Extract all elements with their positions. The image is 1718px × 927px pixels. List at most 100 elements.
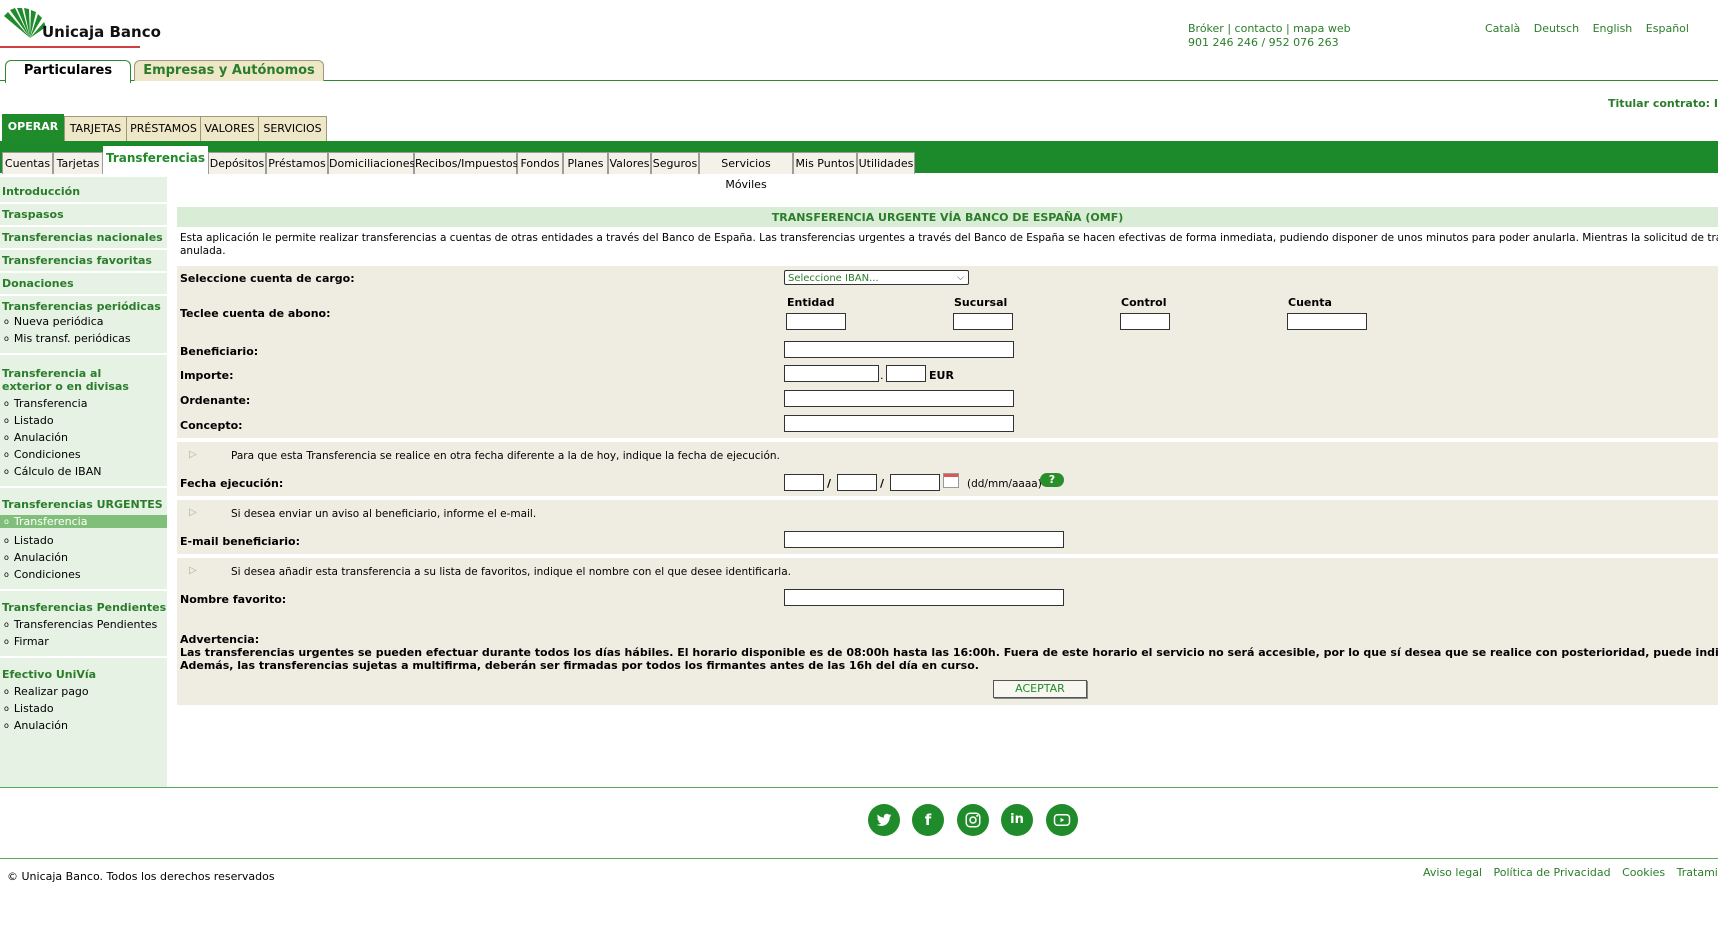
tab-servicios-moviles[interactable]: Servicios Móviles	[699, 152, 793, 191]
ordenante-input[interactable]	[784, 390, 1014, 407]
triangle-right-icon: ▷	[189, 507, 197, 518]
tab-prestamos[interactable]: Préstamos	[266, 152, 328, 174]
tab-operar[interactable]: OPERAR	[2, 114, 64, 142]
tab-particulares[interactable]: Particulares	[5, 60, 131, 83]
sidebar-item-urg-condiciones[interactable]: Condiciones	[0, 568, 167, 581]
help-icon[interactable]: ?	[1040, 473, 1064, 487]
date-separator: /	[827, 477, 832, 490]
fecha-dia-input[interactable]	[784, 474, 824, 491]
lang-deutsch[interactable]: Deutsch	[1534, 22, 1579, 35]
mapa-web-link[interactable]: mapa web	[1293, 22, 1350, 35]
control-label: Control	[1121, 296, 1167, 309]
concepto-input[interactable]	[784, 415, 1014, 432]
sidebar-item-favoritas[interactable]: Transferencias favoritas	[0, 254, 167, 267]
sidebar-section-exterior[interactable]: Transferencia al exterior o en divisas	[0, 367, 152, 393]
beneficiario-input[interactable]	[784, 341, 1014, 358]
main-form-panel: Seleccione cuenta de cargo: Seleccione I…	[177, 266, 1718, 438]
lang-espanol[interactable]: Español	[1646, 22, 1689, 35]
email-label: E-mail beneficiario:	[180, 535, 300, 548]
sucursal-input[interactable]	[953, 313, 1013, 330]
tab-prestamos-main[interactable]: PRÉSTAMOS	[126, 116, 201, 142]
sidebar-item-ext-listado[interactable]: Listado	[0, 414, 167, 427]
linkedin-icon[interactable]: in	[1001, 804, 1033, 836]
sidebar-item-donaciones[interactable]: Donaciones	[0, 277, 167, 290]
sidebar-section-univia[interactable]: Efectivo UniVía	[0, 668, 167, 681]
brand-name: Unicaja Banco	[42, 23, 161, 41]
sidebar-item-firmar[interactable]: Firmar	[0, 635, 167, 648]
entidad-input[interactable]	[786, 313, 846, 330]
sidebar-item-ext-condiciones[interactable]: Condiciones	[0, 448, 167, 461]
control-input[interactable]	[1120, 313, 1170, 330]
sidebar-section-pendientes[interactable]: Transferencias Pendientes	[0, 601, 167, 614]
sidebar-item-pendientes[interactable]: Transferencias Pendientes	[0, 618, 167, 631]
unicaja-logo[interactable]: Unicaja Banco	[0, 8, 161, 48]
tab-valores[interactable]: Valores	[608, 152, 651, 174]
sidebar-item-calculo-iban[interactable]: Cálculo de IBAN	[0, 465, 167, 478]
tab-planes[interactable]: Planes	[563, 152, 608, 174]
cuenta-cargo-label: Seleccione cuenta de cargo:	[180, 272, 355, 285]
cookies-link[interactable]: Cookies	[1622, 866, 1665, 879]
lang-english[interactable]: English	[1593, 22, 1633, 35]
cuenta-cargo-select[interactable]: Seleccione IBAN... ⌵	[784, 270, 969, 285]
sidebar-item-urg-transferencia[interactable]: Transferencia	[0, 515, 167, 528]
tab-seguros[interactable]: Seguros	[651, 152, 699, 174]
sidebar-item-univia-anulacion[interactable]: Anulación	[0, 719, 167, 732]
sidebar-item-univia-listado[interactable]: Listado	[0, 702, 167, 715]
tratamiento-link[interactable]: Tratamiento de	[1677, 866, 1718, 879]
sidebar-item-traspasos[interactable]: Traspasos	[0, 208, 167, 221]
sidebar-section-periodicas[interactable]: Transferencias periódicas	[0, 300, 167, 313]
importe-entero-input[interactable]	[784, 365, 879, 382]
sidebar-item-realizar-pago[interactable]: Realizar pago	[0, 685, 167, 698]
tab-empresas[interactable]: Empresas y Autónomos	[134, 60, 324, 81]
fecha-panel: ▷ Para que esta Transferencia se realice…	[177, 442, 1718, 496]
tab-tarjetas-main[interactable]: TARJETAS	[64, 116, 127, 142]
intro-line-1: Esta aplicación le permite realizar tran…	[180, 232, 1718, 244]
fecha-hint: Para que esta Transferencia se realice e…	[231, 450, 780, 462]
twitter-icon[interactable]	[868, 804, 900, 836]
tab-fondos[interactable]: Fondos	[517, 152, 563, 174]
sidebar: Introducción Traspasos Transferencias na…	[0, 177, 167, 787]
tab-cuentas[interactable]: Cuentas	[2, 152, 53, 174]
sidebar-item-nueva-periodica[interactable]: Nueva periódica	[0, 315, 167, 328]
sidebar-item-nacionales[interactable]: Transferencias nacionales	[0, 231, 167, 244]
page-title: TRANSFERENCIA URGENTE VÍA BANCO DE ESPAÑ…	[177, 207, 1718, 227]
youtube-icon[interactable]	[1046, 804, 1078, 836]
sidebar-item-introduccion[interactable]: Introducción	[0, 185, 167, 198]
sidebar-item-ext-transferencia[interactable]: Transferencia	[0, 397, 167, 410]
facebook-icon[interactable]: f	[912, 804, 944, 836]
tab-servicios-main[interactable]: SERVICIOS	[258, 116, 327, 142]
footer-divider-2	[0, 858, 1718, 859]
tab-tarjetas[interactable]: Tarjetas	[53, 152, 103, 174]
cuenta-input[interactable]	[1287, 313, 1367, 330]
sidebar-item-mis-periodicas[interactable]: Mis transf. periódicas	[0, 332, 167, 345]
sidebar-item-urg-listado[interactable]: Listado	[0, 534, 167, 547]
contacto-link[interactable]: contacto	[1235, 22, 1283, 35]
fecha-mes-input[interactable]	[837, 474, 877, 491]
tab-valores-main[interactable]: VALORES	[200, 116, 259, 142]
instagram-icon[interactable]	[957, 804, 989, 836]
warning-line-2: Además, las transferencias sujetas a mul…	[180, 659, 979, 672]
accept-button[interactable]: ACEPTAR	[993, 680, 1087, 698]
calendar-icon[interactable]	[943, 473, 959, 488]
importe-label: Importe:	[180, 369, 234, 382]
fecha-anio-input[interactable]	[890, 474, 940, 491]
importe-decimal-input[interactable]	[886, 365, 926, 382]
concepto-label: Concepto:	[180, 419, 243, 432]
broker-link[interactable]: Bróker	[1188, 22, 1224, 35]
tab-domiciliaciones[interactable]: Domiciliaciones	[328, 152, 415, 174]
email-input[interactable]	[784, 531, 1064, 548]
privacidad-link[interactable]: Política de Privacidad	[1494, 866, 1611, 879]
sidebar-item-urg-anulacion[interactable]: Anulación	[0, 551, 167, 564]
favorito-input[interactable]	[784, 589, 1064, 606]
intro-line-2: anulada.	[180, 245, 226, 257]
sidebar-section-urgentes[interactable]: Transferencias URGENTES	[0, 498, 167, 511]
tab-transferencias[interactable]: Transferencias	[103, 146, 208, 174]
tab-utilidades[interactable]: Utilidades	[857, 152, 915, 174]
lang-catala[interactable]: Català	[1485, 22, 1520, 35]
sidebar-item-ext-anulacion[interactable]: Anulación	[0, 431, 167, 444]
tab-recibos-impuestos[interactable]: Recibos/Impuestos	[414, 152, 518, 174]
tab-mis-puntos[interactable]: Mis Puntos	[793, 152, 857, 174]
aviso-legal-link[interactable]: Aviso legal	[1423, 866, 1482, 879]
tab-depositos[interactable]: Depósitos	[208, 152, 266, 174]
link-separator: |	[1285, 22, 1290, 35]
